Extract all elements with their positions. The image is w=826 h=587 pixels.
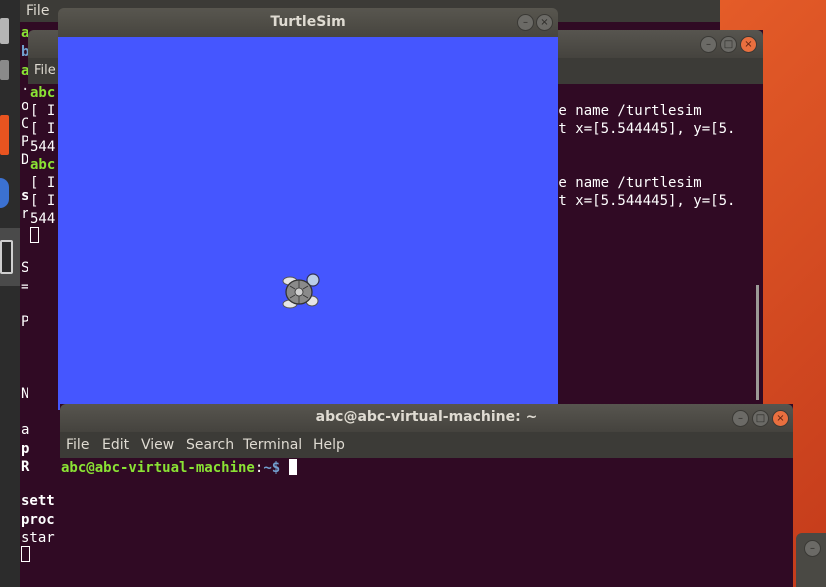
terminal-line: abc: [30, 85, 56, 101]
window-title: abc@abc-virtual-machine: ~: [315, 409, 538, 425]
minimize-button[interactable]: –: [517, 14, 534, 31]
menu-help[interactable]: Help: [313, 437, 345, 453]
terminal-line: le name /turtlesim: [550, 175, 702, 191]
close-button[interactable]: ×: [536, 14, 553, 31]
minimize-button[interactable]: –: [804, 540, 821, 557]
prompt-user: abc@abc-virtual-machine: [61, 460, 255, 476]
terminal-line: at x=[5.544445], y=[5.: [550, 121, 736, 137]
menu-file[interactable]: File: [26, 3, 49, 19]
maximize-button[interactable]: □: [720, 36, 737, 53]
terminal-line: 544: [30, 139, 56, 155]
title-bar[interactable]: abc@abc-virtual-machine: ~ – □ ×: [60, 404, 793, 432]
active-terminal-window[interactable]: abc@abc-virtual-machine: ~ – □ × File Ed…: [60, 404, 793, 587]
turtlesim-window[interactable]: TurtleSim – ×: [58, 8, 558, 410]
terminal-cursor: [30, 227, 39, 244]
maximize-button[interactable]: □: [752, 410, 769, 427]
software-icon[interactable]: [0, 115, 9, 155]
minimize-button[interactable]: –: [700, 36, 717, 53]
terminal-line: a: [21, 422, 30, 438]
partial-window-edge: –: [796, 533, 826, 587]
terminal-line: [ I: [30, 193, 56, 209]
text-cursor: [288, 459, 297, 475]
terminal-line: proc: [21, 512, 55, 528]
menu-edit[interactable]: Edit: [102, 437, 129, 453]
launcher-bar: [0, 0, 20, 587]
terminal-line: [ I: [30, 175, 56, 191]
close-button[interactable]: ×: [740, 36, 757, 53]
terminal-line: le name /turtlesim: [550, 103, 702, 119]
close-button[interactable]: ×: [772, 410, 789, 427]
terminal-line: 544: [30, 211, 56, 227]
command-prompt[interactable]: abc@abc-virtual-machine:~$: [61, 459, 297, 476]
menu-file[interactable]: File: [34, 63, 56, 78]
terminal-line: p: [21, 441, 30, 457]
terminal-line: [ I: [30, 121, 56, 137]
terminal-line: R: [21, 459, 30, 475]
terminal-line: abc: [30, 157, 56, 173]
title-bar[interactable]: TurtleSim – ×: [58, 8, 558, 37]
terminal-line: star: [21, 530, 55, 546]
menu-terminal[interactable]: Terminal: [243, 437, 302, 453]
menu-file[interactable]: File: [66, 437, 89, 453]
turtle-canvas: [58, 37, 558, 410]
prompt-path: ~$: [263, 460, 289, 476]
minimize-button[interactable]: –: [732, 410, 749, 427]
menu-bar: File Edit View Search Terminal Help: [60, 432, 793, 458]
app-icon[interactable]: [0, 60, 9, 80]
menu-view[interactable]: View: [141, 437, 174, 453]
turtle-icon: [282, 273, 320, 309]
window-title: TurtleSim: [270, 14, 346, 30]
scrollbar[interactable]: [756, 285, 759, 400]
terminal-icon[interactable]: [0, 240, 13, 274]
firefox-icon[interactable]: [0, 178, 9, 208]
terminal-line: at x=[5.544445], y=[5.: [550, 193, 736, 209]
terminal-line: [ I: [30, 103, 56, 119]
menu-search[interactable]: Search: [186, 437, 234, 453]
terminal-line: sett: [21, 493, 55, 509]
files-app-icon[interactable]: [0, 18, 9, 44]
terminal-cursor: [21, 546, 30, 563]
